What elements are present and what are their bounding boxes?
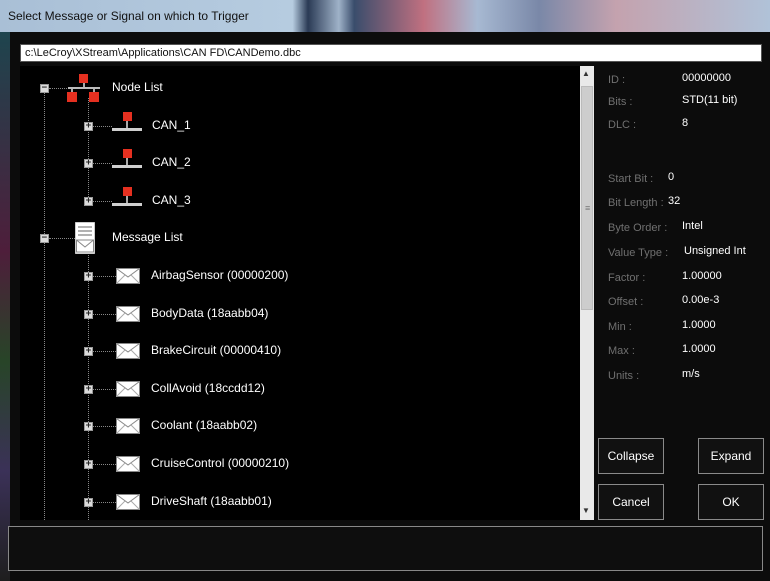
collapse-button[interactable]: Collapse	[598, 438, 664, 474]
message-expander[interactable]: +	[84, 384, 93, 394]
property-label: Max :	[608, 345, 635, 357]
window-title: Select Message or Signal on which to Tri…	[8, 9, 249, 23]
tree-message-item: Coolant (18aabb02)	[151, 418, 258, 433]
status-message-box	[8, 526, 763, 571]
property-label: DLC :	[608, 119, 637, 131]
property-label: Value Type :	[608, 247, 669, 259]
tree-node-can-2: CAN_2	[152, 155, 191, 170]
property-value: 1.0000	[682, 343, 716, 355]
tree-guide-line	[93, 313, 116, 315]
tree-node-can-1: CAN_1	[152, 117, 191, 132]
tree-message-item: CollAvoid (18ccdd12)	[151, 380, 265, 395]
property-label: ID :	[608, 74, 626, 86]
envelope-icon	[116, 305, 140, 327]
node-list-expander[interactable]: −	[40, 84, 49, 93]
tree-message-item: BrakeCircuit (00000410)	[151, 343, 282, 358]
envelope-icon	[116, 456, 140, 477]
can-node-icon	[112, 149, 142, 178]
property-label: Bit Length :	[608, 197, 664, 209]
property-label: Min :	[608, 321, 632, 333]
tree-message-item: AirbagSensor (00000200)	[151, 268, 289, 282]
can-node-icon	[112, 111, 142, 141]
tree-node-can-3: CAN_3	[152, 192, 191, 207]
property-value: m/s	[682, 368, 700, 380]
envelope-icon	[116, 418, 140, 439]
can-node-icon	[112, 186, 142, 216]
dbc-path-field[interactable]: c:\LeCroy\XStream\Applications\CAN FD\CA…	[20, 44, 762, 62]
message-list-icon	[74, 221, 96, 259]
node-list-label: Node List	[112, 80, 163, 94]
tree-guide-line	[93, 163, 112, 165]
tree-guide-line	[93, 501, 116, 503]
tree-guide-line	[93, 464, 116, 465]
message-expander[interactable]: +	[84, 347, 93, 357]
message-expander[interactable]: +	[84, 422, 93, 432]
dbc-path-text: c:\LeCroy\XStream\Applications\CAN FD\CA…	[25, 47, 301, 59]
tree-guide-line	[44, 93, 45, 520]
tree-message-item: BodyData (18aabb04)	[151, 305, 269, 320]
network-nodes-icon	[67, 74, 101, 107]
envelope-icon	[116, 380, 140, 402]
property-label: Units :	[608, 370, 640, 382]
node-expander[interactable]: +	[84, 121, 93, 131]
message-list-label: Message List	[112, 230, 183, 245]
tree-guide-line	[93, 125, 112, 127]
expand-button[interactable]: Expand	[698, 438, 764, 474]
scroll-thumb[interactable]: ≡	[581, 86, 593, 310]
tree-message-item: CruiseControl (00000210)	[151, 456, 290, 470]
property-label: Factor :	[608, 272, 646, 284]
title-bar: Select Message or Signal on which to Tri…	[0, 0, 770, 32]
tree-guide-line	[93, 351, 116, 353]
scroll-grip-icon: ≡	[585, 203, 591, 213]
background-edge	[0, 32, 10, 581]
property-value: 1.00000	[682, 270, 722, 282]
scroll-down-arrow-icon[interactable]: ▼	[582, 506, 590, 515]
property-value: 1.0000	[682, 319, 716, 331]
property-value: 0.00e-3	[682, 294, 720, 306]
property-value: STD(11 bit)	[682, 94, 738, 106]
property-value: Intel	[682, 220, 703, 232]
property-value: 32	[668, 195, 681, 207]
property-label: Bits :	[608, 96, 633, 108]
tree-guide-line	[93, 388, 116, 390]
tree-guide-line	[93, 200, 112, 202]
trigger-select-dialog: Select Message or Signal on which to Tri…	[0, 0, 770, 581]
property-value: Unsigned Int	[684, 245, 746, 257]
tree-guide-line	[93, 276, 116, 277]
cancel-button[interactable]: Cancel	[598, 484, 664, 520]
envelope-icon	[116, 343, 140, 364]
property-label: Byte Order :	[608, 222, 668, 234]
property-label: Start Bit :	[608, 173, 654, 185]
scroll-up-arrow-icon[interactable]: ▲	[582, 69, 590, 78]
tree-guide-line	[93, 426, 116, 428]
tree-message-item: DriveShaft (18aabb01)	[151, 493, 272, 508]
tree-scrollbar[interactable]: ▲ ≡ ▼	[580, 66, 594, 520]
property-value: 8	[682, 117, 689, 129]
tree-guide-line	[88, 98, 89, 201]
message-expander[interactable]: +	[84, 460, 93, 469]
property-value: 0	[668, 171, 675, 183]
tree-guide-line	[49, 88, 67, 89]
signal-properties-panel: ID : 00000000 Bits : STD(11 bit) DLC : 8 Start…	[596, 66, 766, 382]
envelope-icon	[116, 268, 140, 289]
tree-guide-line	[49, 238, 75, 240]
property-value: 00000000	[682, 72, 731, 84]
message-expander[interactable]: +	[84, 497, 93, 507]
message-expander[interactable]: +	[84, 272, 93, 281]
envelope-icon	[116, 493, 140, 515]
message-signal-tree[interactable]: − Node List + CAN_1 + CAN_2 + CAN_3 − Mes…	[20, 66, 580, 520]
message-list-expander[interactable]: −	[40, 234, 49, 244]
node-expander[interactable]: +	[84, 159, 93, 169]
node-expander[interactable]: +	[84, 196, 93, 206]
property-label: Offset :	[608, 296, 644, 308]
ok-button[interactable]: OK	[698, 484, 764, 520]
message-expander[interactable]: +	[84, 309, 93, 319]
